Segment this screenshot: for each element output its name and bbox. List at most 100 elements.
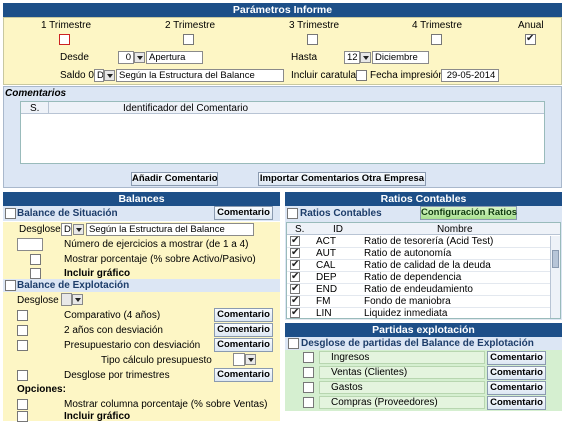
tipo-calculo-input[interactable] <box>233 353 245 366</box>
ratio-id: LIN <box>316 308 332 319</box>
desglose-label: Desglose <box>19 224 61 235</box>
comparativo-comentario-button[interactable]: Comentario <box>214 308 273 322</box>
ratios-label: Ratios Contables <box>300 208 382 219</box>
comentarios-grid[interactable]: S. Identificador del Comentario <box>20 101 545 164</box>
desglose2-dropdown-icon[interactable] <box>72 294 83 305</box>
comentarios-title: Comentarios <box>5 88 67 99</box>
period-label-anual: Anual <box>518 20 544 31</box>
partida-comentario-button[interactable]: Comentario <box>487 351 546 365</box>
presupuestario-label: Presupuestario con desviación <box>64 340 201 351</box>
tipo-calculo-dropdown-icon[interactable] <box>245 354 256 365</box>
ratio-checkbox[interactable] <box>290 271 300 282</box>
explotacion-checkbox[interactable] <box>5 280 16 291</box>
import-comments-button[interactable]: Importar Comentarios Otra Empresa <box>258 172 426 186</box>
partidas-header: Partidas explotación <box>285 323 562 337</box>
ratio-row[interactable]: FM Fondo de maniobra <box>287 295 550 308</box>
trimestres-checkbox[interactable] <box>17 370 28 381</box>
ratios-checkbox[interactable] <box>287 208 298 219</box>
period-checkbox-2[interactable] <box>183 34 194 45</box>
ratio-checkbox[interactable] <box>290 307 300 318</box>
ratio-id: CAL <box>316 260 336 271</box>
grafico-label: Incluir gráfico <box>64 268 131 279</box>
desde-value-input[interactable]: 0 <box>118 51 134 64</box>
dos-anos-checkbox[interactable] <box>17 325 28 336</box>
ratios-grid-header <box>287 223 560 235</box>
ratios-scrollbar[interactable] <box>550 236 560 318</box>
partida-label: Ventas (Clientes) <box>331 367 408 378</box>
ratio-row[interactable]: AUT Ratio de autonomía <box>287 247 550 260</box>
saldo-dropdown-icon[interactable] <box>104 70 115 81</box>
ratio-row[interactable]: DEP Ratio de dependencia <box>287 271 550 284</box>
columna-checkbox[interactable] <box>17 399 28 410</box>
desde-dropdown-icon[interactable] <box>134 52 145 63</box>
saldo-value-input[interactable]: D <box>94 69 104 82</box>
trimestres-label: Desglose por trimestres <box>64 370 170 381</box>
ratio-checkbox[interactable] <box>290 247 300 258</box>
situacion-checkbox[interactable] <box>5 208 16 219</box>
hasta-dropdown-icon[interactable] <box>360 52 371 63</box>
partida-checkbox[interactable] <box>303 397 314 408</box>
grafico2-checkbox[interactable] <box>17 411 28 422</box>
ratio-checkbox[interactable] <box>290 283 300 294</box>
period-checkbox-4[interactable] <box>431 34 442 45</box>
trimestres-comentario-button[interactable]: Comentario <box>214 368 273 382</box>
desglose-value-input[interactable]: D <box>61 223 72 236</box>
comentarios-col-divider <box>48 102 49 114</box>
presupuestario-comentario-button[interactable]: Comentario <box>214 338 273 352</box>
grafico2-label: Incluir gráfico <box>64 411 131 422</box>
ratio-checkbox[interactable] <box>290 235 300 246</box>
ratio-checkbox[interactable] <box>290 259 300 270</box>
columna-label: Mostrar columna porcentaje (% sobre Vent… <box>64 399 268 410</box>
fecha-input[interactable]: 29-05-2014 <box>441 69 499 82</box>
ratios-col-nombre: Nombre <box>437 224 473 235</box>
dos-anos-label: 2 años con desviación <box>64 325 163 336</box>
ratios-header: Ratios Contables <box>285 192 562 206</box>
partida-checkbox[interactable] <box>303 352 314 363</box>
partida-checkbox[interactable] <box>303 382 314 393</box>
partida-checkbox[interactable] <box>303 367 314 378</box>
ratio-id: AUT <box>316 248 336 259</box>
partidas-checkbox[interactable] <box>288 338 299 349</box>
ratios-grid[interactable]: S. ID Nombre ACT Ratio de tesorería (Acid… <box>286 222 561 320</box>
ratio-row[interactable]: ACT Ratio de tesorería (Acid Test) <box>287 235 550 248</box>
desglose-dropdown-icon[interactable] <box>73 224 84 235</box>
config-ratios-button[interactable]: Configuración Ratios <box>420 206 517 220</box>
ratio-nombre: Liquidez inmediata <box>364 308 448 319</box>
situacion-comentario-button[interactable]: Comentario <box>214 206 273 220</box>
ejercicios-input[interactable] <box>17 238 43 251</box>
ratio-row[interactable]: END Ratio de endeudamiento <box>287 283 550 296</box>
partida-label: Ingresos <box>331 352 370 363</box>
ratio-nombre: Ratio de tesorería (Acid Test) <box>364 236 494 247</box>
partida-comentario-button[interactable]: Comentario <box>487 381 546 395</box>
saldo-text-field: Según la Estructura del Balance <box>116 69 284 82</box>
presupuestario-checkbox[interactable] <box>17 340 28 351</box>
partida-label: Gastos <box>331 382 363 393</box>
explotacion-label: Balance de Explotación <box>17 280 130 291</box>
ratio-row[interactable]: CAL Ratio de calidad de la deuda <box>287 259 550 272</box>
ratio-row[interactable]: LIN Liquidez inmediata <box>287 307 550 320</box>
partidas-label: Desglose de partidas del Balance de Expl… <box>301 338 534 349</box>
situacion-label: Balance de Situación <box>17 208 118 219</box>
partida-comentario-button[interactable]: Comentario <box>487 366 546 380</box>
ratio-nombre: Fondo de maniobra <box>364 296 451 307</box>
partida-comentario-button[interactable]: Comentario <box>487 396 546 410</box>
period-checkbox-anual[interactable] <box>525 33 536 45</box>
porcentaje-label: Mostrar porcentaje (% sobre Activo/Pasiv… <box>64 254 256 265</box>
caratula-checkbox[interactable] <box>356 70 367 81</box>
period-checkbox-1[interactable] <box>59 34 70 45</box>
period-checkbox-3[interactable] <box>307 34 318 45</box>
params-header: Parámetros Informe <box>3 3 562 17</box>
comparativo-checkbox[interactable] <box>17 310 28 321</box>
ratios-col-id: ID <box>333 224 343 235</box>
desglose2-value-input[interactable] <box>61 293 72 306</box>
grafico-checkbox[interactable] <box>30 268 41 279</box>
hasta-value-input[interactable]: 12 <box>344 51 360 64</box>
porcentaje-checkbox[interactable] <box>30 254 41 265</box>
ratio-checkbox[interactable] <box>290 295 300 306</box>
ratios-scroll-thumb[interactable] <box>552 250 559 268</box>
comentarios-col-s: S. <box>30 103 40 114</box>
comentarios-col-id: Identificador del Comentario <box>123 103 249 114</box>
dos-anos-comentario-button[interactable]: Comentario <box>214 323 273 337</box>
balances-header: Balances <box>3 192 280 206</box>
add-comment-button[interactable]: Añadir Comentario <box>131 172 218 186</box>
